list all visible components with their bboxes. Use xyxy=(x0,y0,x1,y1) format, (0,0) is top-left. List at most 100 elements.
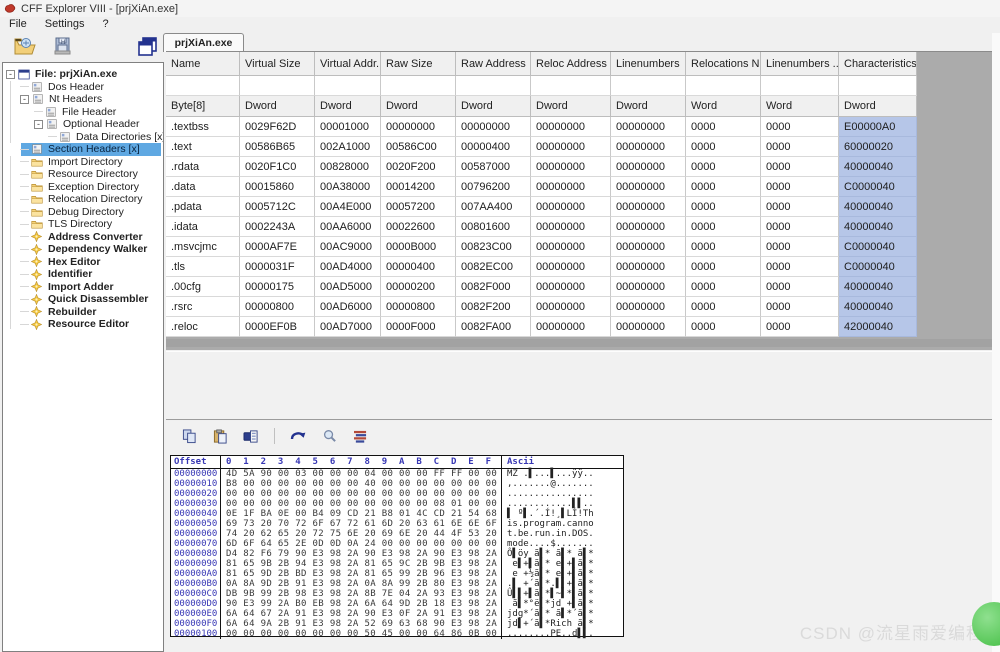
table-cell[interactable]: .textbss xyxy=(166,117,240,137)
table-cell[interactable]: 0000031F xyxy=(240,257,315,277)
table-cell[interactable]: .reloc xyxy=(166,317,240,337)
sidebar-item-dos-header[interactable]: Dos Header xyxy=(3,81,163,94)
table-row[interactable]: .textbss0029F62D000010000000000000000000… xyxy=(166,117,1000,137)
table-cell[interactable]: 0000F000 xyxy=(381,317,456,337)
type-cell[interactable]: Dword xyxy=(240,96,315,117)
table-cell[interactable]: 00000000 xyxy=(611,277,686,297)
table-cell[interactable]: 00AA6000 xyxy=(315,217,381,237)
table-cell[interactable]: 00000000 xyxy=(531,237,611,257)
table-cell[interactable]: 00AD4000 xyxy=(315,257,381,277)
column-header[interactable]: Linenumbers xyxy=(611,52,686,76)
table-cell[interactable]: 00586C00 xyxy=(381,137,456,157)
menu-item-[interactable]: ? xyxy=(93,17,117,31)
table-cell[interactable]: 00000400 xyxy=(456,137,531,157)
table-cell[interactable]: 40000040 xyxy=(839,277,917,297)
table-cell[interactable]: .00cfg xyxy=(166,277,240,297)
table-cell[interactable]: 0000 xyxy=(761,217,839,237)
table-cell[interactable]: 00000800 xyxy=(240,297,315,317)
hex-bytes[interactable]: 6D 6F 64 65 2E 0D 0D 0A 24 00 00 00 00 0… xyxy=(221,539,502,549)
hex-bytes[interactable]: 00 00 00 00 00 00 00 00 00 00 00 00 08 0… xyxy=(221,499,502,509)
table-cell[interactable]: .text xyxy=(166,137,240,157)
sidebar-item-resource-editor[interactable]: Resource Editor xyxy=(3,318,163,331)
table-cell[interactable]: 0082EC00 xyxy=(456,257,531,277)
column-header[interactable]: Relocations N... xyxy=(686,52,761,76)
table-cell[interactable]: 00AC9000 xyxy=(315,237,381,257)
hex-ascii[interactable]: MZ .▌...▌...ÿÿ.. xyxy=(502,469,623,479)
table-cell[interactable]: C0000040 xyxy=(839,177,917,197)
table-cell[interactable]: 00000000 xyxy=(531,317,611,337)
table-cell[interactable]: 00000000 xyxy=(531,137,611,157)
table-cell[interactable]: 00586B65 xyxy=(240,137,315,157)
table-cell[interactable]: 00000000 xyxy=(531,257,611,277)
table-cell[interactable]: 00000000 xyxy=(531,277,611,297)
open-file-icon[interactable] xyxy=(10,33,40,59)
hex-bytes[interactable]: 81 65 9D 2B BD E3 98 2A 81 65 99 2B 96 E… xyxy=(221,569,502,579)
table-cell[interactable]: .rsrc xyxy=(166,297,240,317)
table-cell[interactable]: 00828000 xyxy=(315,157,381,177)
sidebar-item-identifier[interactable]: Identifier xyxy=(3,268,163,281)
hex-bytes[interactable]: 69 73 20 70 72 6F 67 72 61 6D 20 63 61 6… xyxy=(221,519,502,529)
sidebar-item-hex-editor[interactable]: Hex Editor xyxy=(3,256,163,269)
table-cell[interactable]: 00000400 xyxy=(381,257,456,277)
hex-ascii[interactable]: mode....$....... xyxy=(502,539,623,549)
paste-icon[interactable] xyxy=(211,427,229,445)
column-header[interactable]: Virtual Addr... xyxy=(315,52,381,76)
table-cell[interactable]: C0000040 xyxy=(839,237,917,257)
table-cell[interactable]: .pdata xyxy=(166,197,240,217)
table-cell[interactable]: 00022600 xyxy=(381,217,456,237)
table-cell[interactable]: 0020F200 xyxy=(381,157,456,177)
table-cell[interactable]: 00000000 xyxy=(611,197,686,217)
type-cell[interactable]: Dword xyxy=(839,96,917,117)
table-cell[interactable]: 007AA400 xyxy=(456,197,531,217)
copy-icon[interactable] xyxy=(180,427,198,445)
sidebar-item-optional-header[interactable]: -Optional Header xyxy=(3,118,163,131)
table-cell[interactable]: 0000 xyxy=(686,257,761,277)
table-cell[interactable]: 0000 xyxy=(761,297,839,317)
hex-ascii[interactable]: e +½ã▌* e▌+▌ã▌* xyxy=(502,569,623,579)
hex-bytes[interactable]: 81 65 9B 2B 94 E3 98 2A 81 65 9C 2B 9B E… xyxy=(221,559,502,569)
table-cell[interactable]: 00057200 xyxy=(381,197,456,217)
hex-ascii[interactable]: jdg*´ã▌* ã▌*´ã▌* xyxy=(502,609,623,619)
hex-ascii[interactable]: ................ xyxy=(502,489,623,499)
table-cell[interactable]: 60000020 xyxy=(839,137,917,157)
sidebar-item-import-directory[interactable]: Import Directory xyxy=(3,156,163,169)
table-row[interactable]: .msvcjmc0000AF7E00AC90000000B00000823C00… xyxy=(166,237,1000,257)
type-cell[interactable]: Byte[8] xyxy=(166,96,240,117)
tree-expander[interactable]: - xyxy=(20,95,29,104)
hex-ascii[interactable]: ............▌▌.. xyxy=(502,499,623,509)
table-cell[interactable]: 0000 xyxy=(761,257,839,277)
column-header[interactable]: Characteristics xyxy=(839,52,917,76)
table-cell[interactable]: 00000000 xyxy=(611,317,686,337)
table-cell[interactable]: 00000175 xyxy=(240,277,315,297)
column-header[interactable]: Reloc Address xyxy=(531,52,611,76)
sidebar-item-section-headers-x[interactable]: Section Headers [x] xyxy=(3,143,163,156)
sidebar-item-import-adder[interactable]: Import Adder xyxy=(3,281,163,294)
menu-item-file[interactable]: File xyxy=(0,17,36,31)
column-header[interactable]: Name xyxy=(166,52,240,76)
table-cell[interactable]: 0082FA00 xyxy=(456,317,531,337)
table-cell[interactable]: 0000 xyxy=(686,137,761,157)
hex-bytes[interactable]: 74 20 62 65 20 72 75 6E 20 69 6E 20 44 4… xyxy=(221,529,502,539)
hex-ascii[interactable]: is.program.canno xyxy=(502,519,623,529)
table-cell[interactable]: 0000 xyxy=(686,197,761,217)
table-cell[interactable]: 0000 xyxy=(686,217,761,237)
table-cell[interactable]: 00000000 xyxy=(611,177,686,197)
table-cell[interactable]: 0000 xyxy=(686,237,761,257)
table-cell[interactable]: 00000000 xyxy=(456,117,531,137)
tree-expander[interactable]: - xyxy=(34,120,43,129)
table-cell[interactable]: 00AD6000 xyxy=(315,297,381,317)
table-cell[interactable]: 0082F000 xyxy=(456,277,531,297)
hex-ascii[interactable]: jd▌+´ã▌*Rich ã▌* xyxy=(502,619,623,629)
table-cell[interactable]: 00000800 xyxy=(381,297,456,317)
table-cell[interactable]: 00000000 xyxy=(611,137,686,157)
hex-bytes[interactable]: 00 00 00 00 00 00 00 00 00 00 00 00 00 0… xyxy=(221,489,502,499)
type-cell[interactable]: Word xyxy=(686,96,761,117)
table-cell[interactable]: 002A1000 xyxy=(315,137,381,157)
type-cell[interactable]: Dword xyxy=(315,96,381,117)
hex-bytes[interactable]: 90 E3 99 2A B0 EB 98 2A 6A 64 9D 2B 18 E… xyxy=(221,599,502,609)
hex-bytes[interactable]: 6A 64 67 2A 91 E3 98 2A 90 E3 0F 2A 91 E… xyxy=(221,609,502,619)
sidebar-item-rebuilder[interactable]: Rebuilder xyxy=(3,306,163,319)
hex-ascii[interactable]: Û▌▌+▌ã▌*▌~▌*▌ã▌* xyxy=(502,589,623,599)
sidebar-item-data-directories-x[interactable]: Data Directories [x] xyxy=(3,131,163,144)
table-row[interactable]: .rdata0020F1C0008280000020F2000058700000… xyxy=(166,157,1000,177)
